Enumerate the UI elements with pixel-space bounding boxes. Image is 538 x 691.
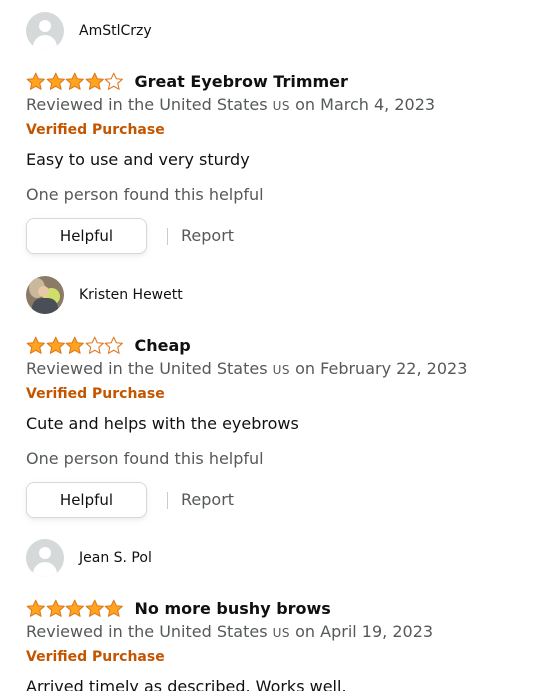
star-rating[interactable]	[26, 72, 124, 91]
reviewer-profile[interactable]: Kristen Hewett	[26, 275, 183, 315]
helpful-button[interactable]: Helpful	[26, 218, 147, 254]
review-body: Easy to use and very sturdy	[26, 150, 250, 169]
report-link[interactable]: Report	[181, 490, 234, 509]
country-code: US	[272, 363, 291, 377]
star-filled-icon	[65, 72, 84, 90]
divider	[167, 492, 168, 509]
review-date-suffix: on March 4, 2023	[295, 95, 436, 114]
report-link[interactable]: Report	[181, 226, 234, 245]
review-date-prefix: Reviewed in the United States	[26, 95, 268, 114]
review-title[interactable]: Great Eyebrow Trimmer	[135, 72, 348, 91]
review-date-prefix: Reviewed in the United States	[26, 622, 268, 641]
star-rating[interactable]	[26, 336, 124, 355]
review-title[interactable]: Cheap	[135, 336, 191, 355]
review-date-suffix: on April 19, 2023	[295, 622, 434, 641]
star-empty-icon	[85, 336, 104, 354]
review-date: Reviewed in the United States US on Febr…	[26, 359, 467, 378]
country-code: US	[272, 626, 291, 640]
verified-purchase-badge[interactable]: Verified Purchase	[26, 649, 165, 665]
reviewer-profile[interactable]: Jean S. Pol	[26, 538, 152, 578]
review-title[interactable]: No more bushy brows	[135, 599, 331, 618]
star-filled-icon	[26, 72, 45, 90]
star-filled-icon	[65, 599, 84, 617]
star-filled-icon	[65, 336, 84, 354]
star-filled-icon	[104, 599, 123, 617]
star-filled-icon	[85, 599, 104, 617]
avatar	[26, 12, 64, 50]
star-filled-icon	[26, 599, 45, 617]
verified-purchase-badge[interactable]: Verified Purchase	[26, 122, 165, 138]
divider	[167, 228, 168, 245]
star-filled-icon	[85, 72, 104, 90]
star-rating[interactable]	[26, 599, 124, 618]
reviewer-name[interactable]: AmStlCrzy	[79, 23, 152, 39]
reviewer-name[interactable]: Kristen Hewett	[79, 287, 183, 303]
review-body: Cute and helps with the eyebrows	[26, 414, 299, 433]
helpful-count: One person found this helpful	[26, 449, 264, 468]
star-filled-icon	[46, 72, 65, 90]
review-date: Reviewed in the United States US on Apri…	[26, 622, 433, 641]
avatar	[26, 276, 64, 314]
review-date-suffix: on February 22, 2023	[295, 359, 468, 378]
star-empty-icon	[104, 72, 123, 90]
helpful-count: One person found this helpful	[26, 185, 264, 204]
review-date-prefix: Reviewed in the United States	[26, 359, 268, 378]
star-filled-icon	[46, 336, 65, 354]
review-body: Arrived timely as described. Works well.	[26, 677, 347, 691]
reviewer-profile[interactable]: AmStlCrzy	[26, 11, 152, 51]
country-code: US	[272, 99, 291, 113]
reviews-list: AmStlCrzy Great Eyebrow Trimmer Reviewed…	[0, 0, 538, 691]
star-empty-icon	[104, 336, 123, 354]
review-date: Reviewed in the United States US on Marc…	[26, 95, 435, 114]
verified-purchase-badge[interactable]: Verified Purchase	[26, 386, 165, 402]
avatar	[26, 539, 64, 577]
reviewer-name[interactable]: Jean S. Pol	[79, 550, 152, 566]
star-filled-icon	[26, 336, 45, 354]
helpful-button[interactable]: Helpful	[26, 482, 147, 518]
star-filled-icon	[46, 599, 65, 617]
